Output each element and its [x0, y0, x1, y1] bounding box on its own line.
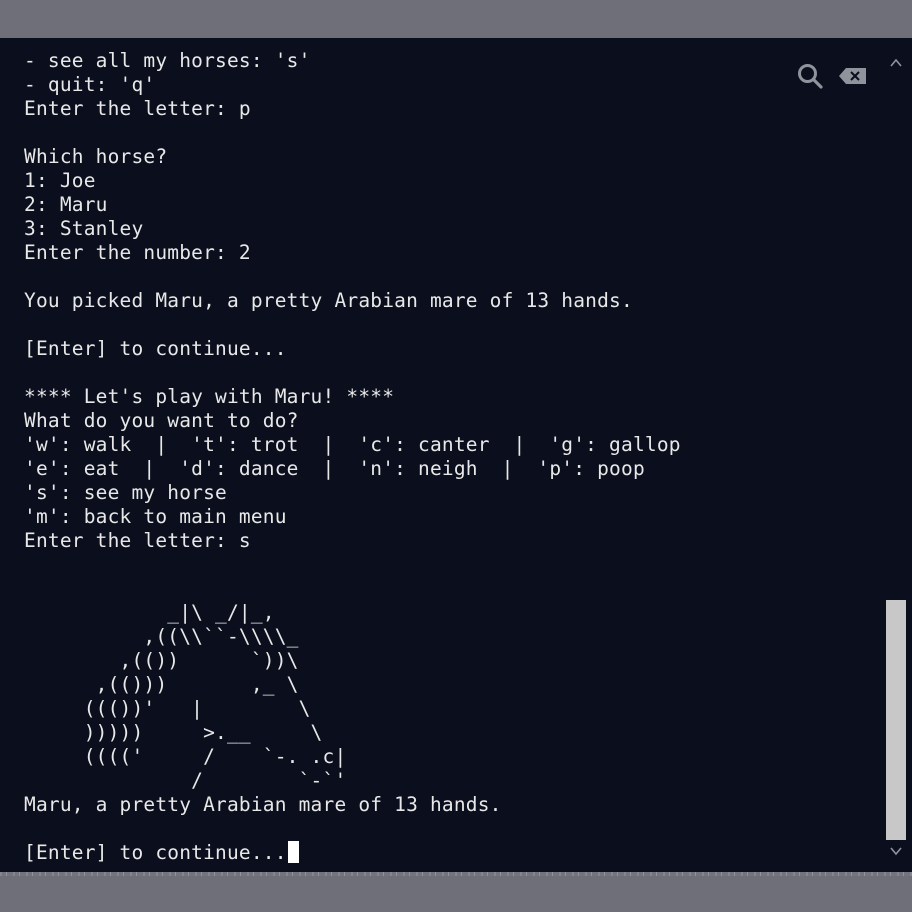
horse-ascii-art-line: ((())' | \ — [24, 697, 311, 720]
terminal-line: - see all my horses: 's' — [24, 49, 311, 72]
terminal-line: You picked Maru, a pretty Arabian mare o… — [24, 289, 633, 312]
scrollbar-thumb[interactable] — [886, 600, 906, 840]
horse-ascii-art-line: _|\ _/|_, — [24, 601, 275, 624]
terminal-line: 'w': walk | 't': trot | 'c': canter | 'g… — [24, 433, 681, 456]
terminal-line: 1: Joe — [24, 169, 96, 192]
terminal-line: 'm': back to main menu — [24, 505, 287, 528]
terminal-prompt-line: [Enter] to continue... — [24, 841, 681, 865]
terminal-line: 2: Maru — [24, 193, 108, 216]
horse-ascii-art-line: ,(()) `))\ — [24, 649, 299, 672]
terminal-line: [Enter] to continue... — [24, 337, 287, 360]
terminal-output[interactable]: - see all my horses: 's' - quit: 'q' Enter… — [0, 38, 912, 872]
horse-ascii-art-line: / `-`' — [24, 769, 347, 792]
backspace-clear-icon[interactable] — [838, 67, 868, 85]
terminal-line: Which horse? — [24, 145, 168, 168]
window-bottom-bar — [0, 872, 912, 912]
window-top-bar — [0, 0, 912, 38]
terminal-line: - quit: 'q' — [24, 73, 156, 96]
chevron-up-icon[interactable] — [888, 56, 904, 70]
chevron-down-icon[interactable] — [888, 844, 904, 858]
terminal-line: **** Let's play with Maru! **** — [24, 385, 395, 408]
horse-ascii-art-line: ,((\\``-\\\\_ — [24, 625, 299, 648]
terminal-text: - see all my horses: 's' - quit: 'q' Enter… — [24, 49, 681, 865]
terminal-line: 's': see my horse — [24, 481, 227, 504]
horse-ascii-art-line: ,(())) ,_ \ — [24, 673, 299, 696]
terminal-line: Maru, a pretty Arabian mare of 13 hands. — [24, 793, 502, 816]
terminal-line: Enter the letter: s — [24, 529, 251, 552]
terminal-line: 3: Stanley — [24, 217, 144, 240]
terminal-line: Enter the number: 2 — [24, 241, 251, 264]
bottom-divider — [0, 872, 912, 876]
terminal-line: 'e': eat | 'd': dance | 'n': neigh | 'p'… — [24, 457, 645, 480]
terminal-line: Enter the letter: p — [24, 97, 251, 120]
search-icon[interactable] — [796, 62, 824, 90]
terminal-prompt-text: [Enter] to continue... — [24, 841, 287, 864]
horse-ascii-art-line: ((((' / `-. .c| — [24, 745, 347, 768]
text-cursor — [287, 841, 299, 863]
terminal-line: What do you want to do? — [24, 409, 299, 432]
horse-ascii-art-line: ))))) >.__ \ — [24, 721, 323, 744]
